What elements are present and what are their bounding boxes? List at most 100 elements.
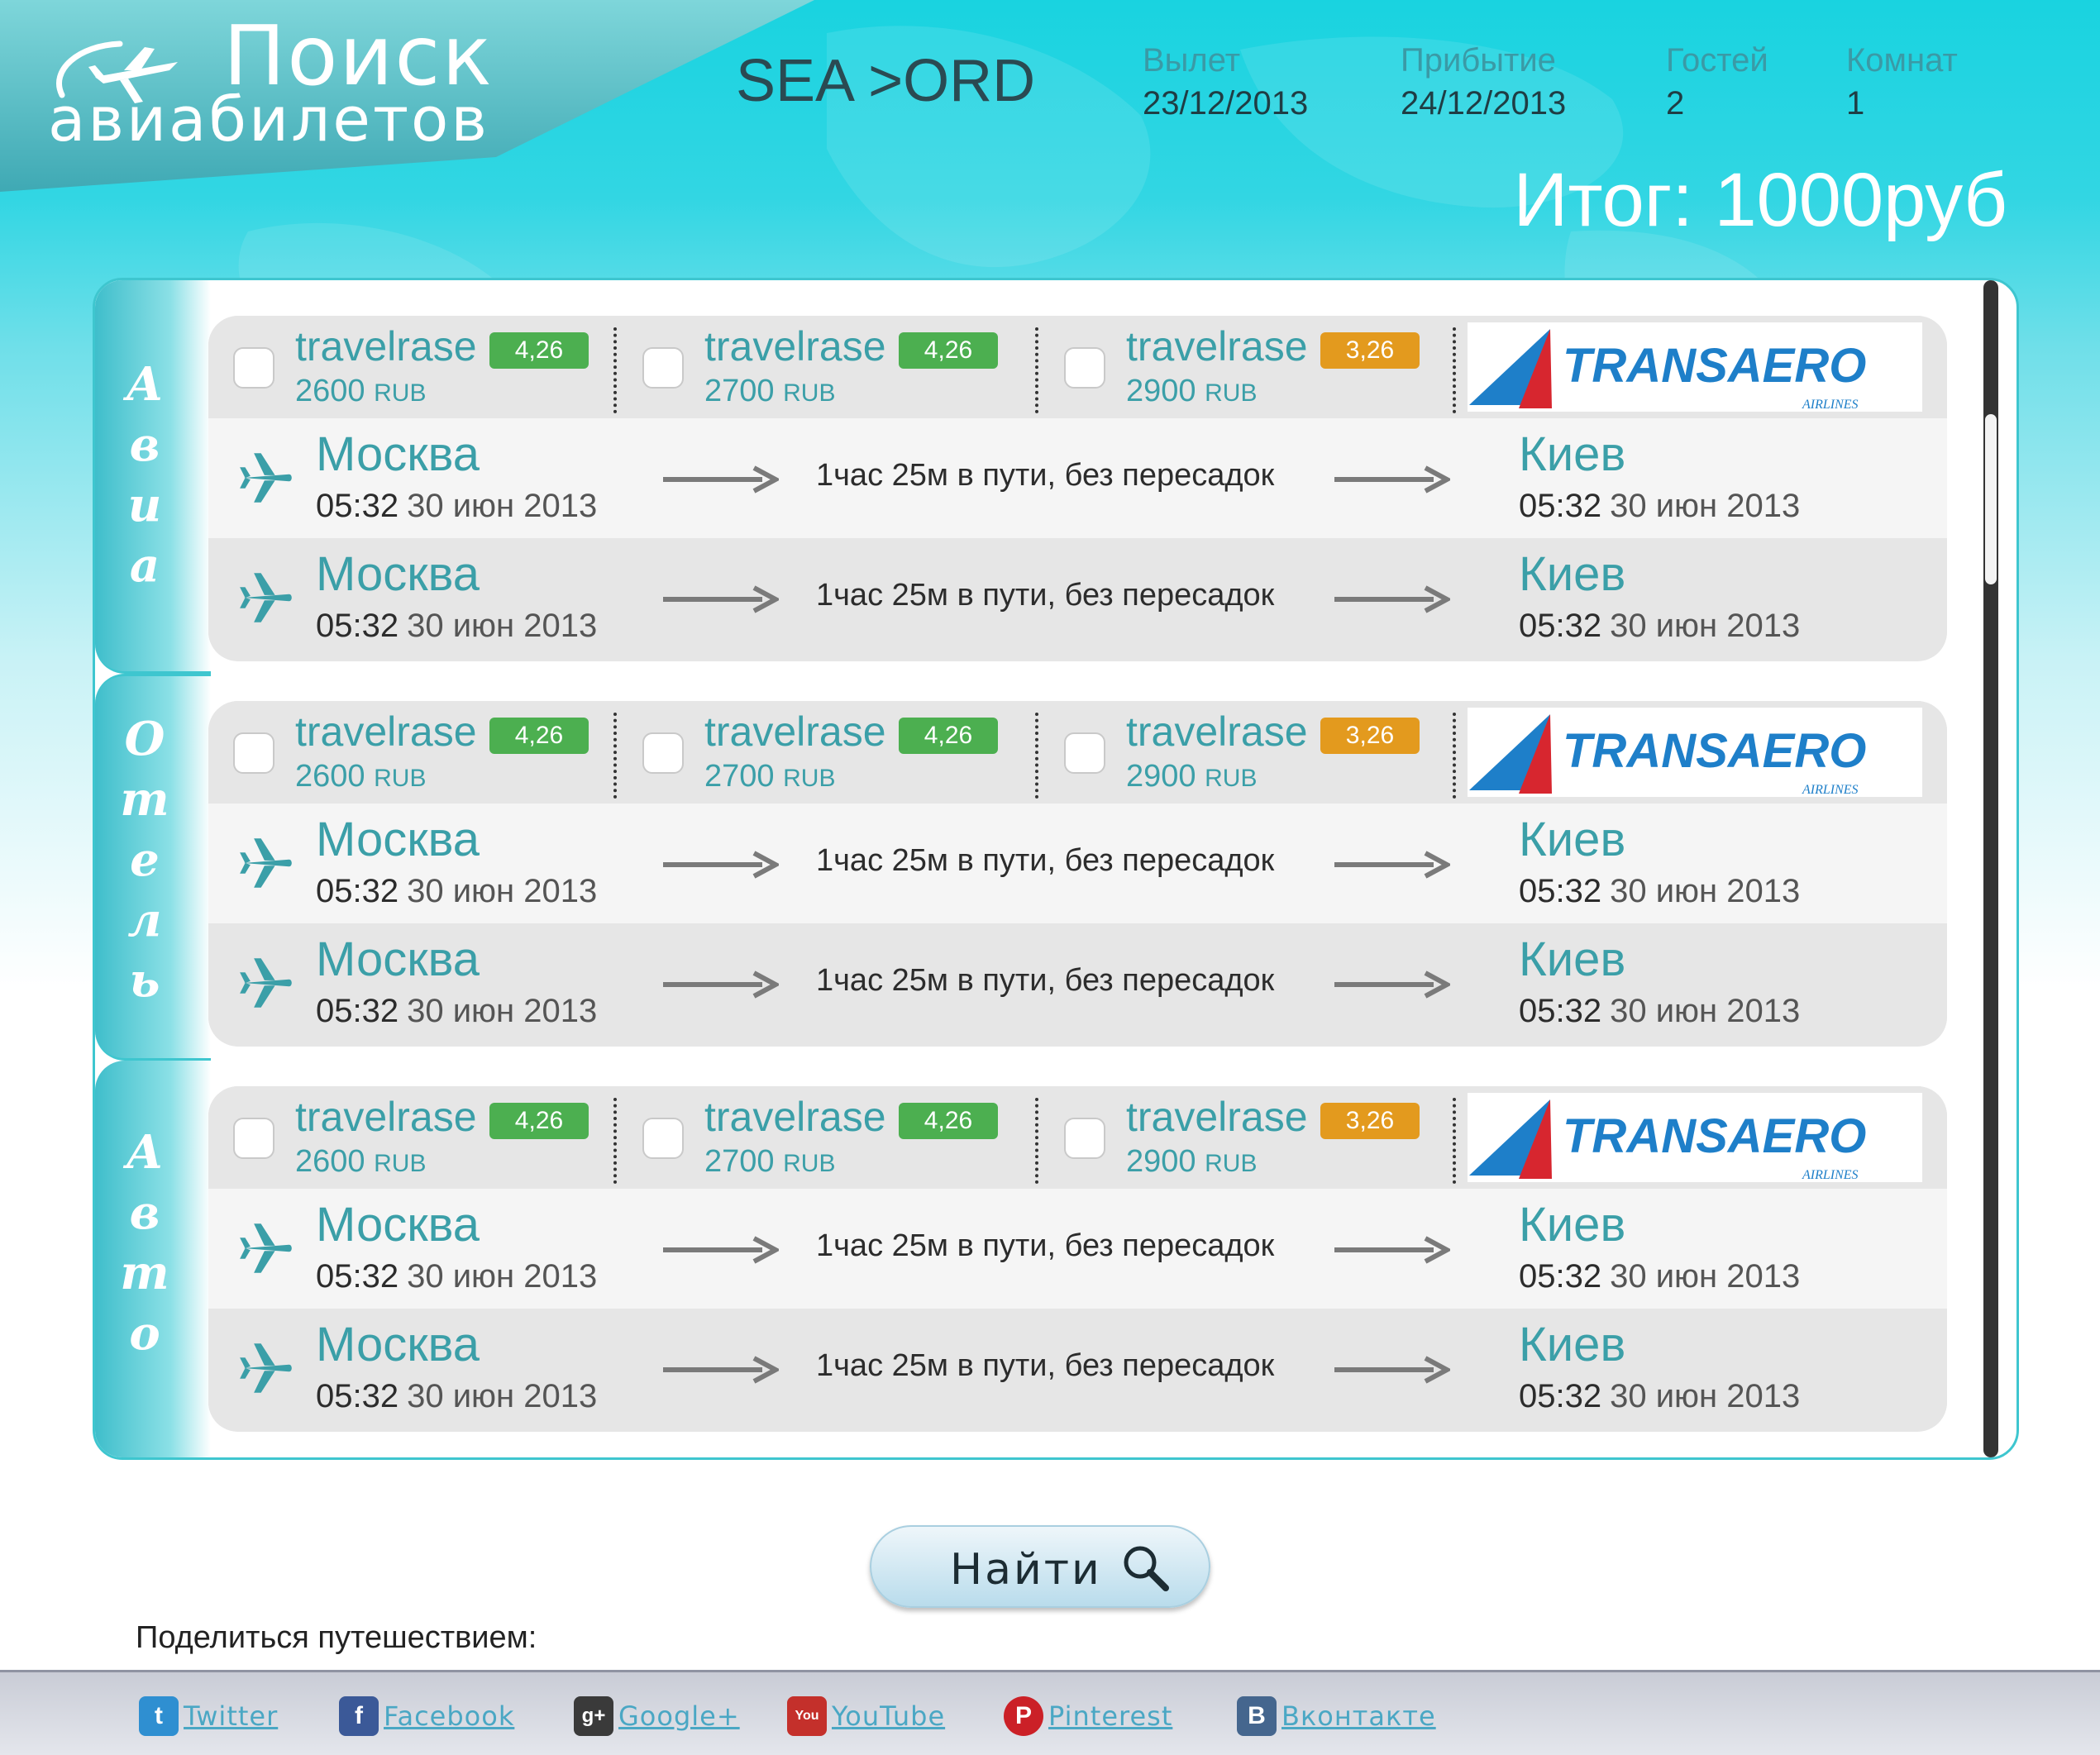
flight-row[interactable]: Москва 05:32 30 июн 2013 1час 25м в пути,… bbox=[208, 1189, 1947, 1309]
arrow-right-icon bbox=[663, 585, 779, 613]
arrival-time: 05:32 30 июн 2013 bbox=[1519, 1258, 1801, 1295]
offer-name: travelrase bbox=[1126, 1094, 1308, 1140]
arrow-right-icon bbox=[663, 465, 779, 494]
offer-price: 2700 RUB bbox=[704, 374, 836, 408]
flight-row[interactable]: Москва 05:32 30 июн 2013 1час 25м в пути,… bbox=[208, 804, 1947, 923]
guests-label: Гостей bbox=[1666, 42, 1768, 79]
flight-duration: 1час 25м в пути, без пересадок bbox=[816, 458, 1275, 493]
arrival-label: Прибытие bbox=[1401, 42, 1556, 79]
route-title: SEA >ORD bbox=[736, 48, 1036, 114]
rating-badge: 3,26 bbox=[1320, 1103, 1420, 1139]
svg-text:TRANSAERO: TRANSAERO bbox=[1563, 339, 1866, 393]
offer-item[interactable]: travelrase 3,26 2900 RUB bbox=[1039, 316, 1453, 418]
share-google-plus-label: Google+ bbox=[618, 1700, 740, 1732]
share-twitter-link[interactable]: t Twitter bbox=[139, 1695, 278, 1737]
result-card: travelrase 4,26 2600 RUB travelrase 4,26… bbox=[208, 316, 1947, 661]
offer-divider bbox=[1035, 713, 1038, 799]
offer-item[interactable]: travelrase 4,26 2600 RUB bbox=[208, 316, 613, 418]
offer-item[interactable]: travelrase 3,26 2900 RUB bbox=[1039, 701, 1453, 804]
offer-item[interactable]: travelrase 4,26 2600 RUB bbox=[208, 1086, 613, 1189]
rooms-info: Комнат 1 bbox=[1846, 41, 1958, 122]
offer-checkbox[interactable] bbox=[642, 732, 684, 774]
offer-checkbox[interactable] bbox=[642, 347, 684, 389]
rating-badge: 3,26 bbox=[1320, 718, 1420, 754]
offer-name: travelrase bbox=[1126, 708, 1308, 755]
svg-text:AIRLINES: AIRLINES bbox=[1802, 783, 1859, 797]
arrival-time: 05:32 30 июн 2013 bbox=[1519, 608, 1801, 644]
offer-checkbox[interactable] bbox=[233, 732, 274, 774]
arrival-date: 24/12/2013 bbox=[1401, 85, 1567, 122]
offer-price: 2600 RUB bbox=[295, 1144, 427, 1179]
offer-checkbox[interactable] bbox=[1064, 732, 1105, 774]
offer-checkbox[interactable] bbox=[1064, 1118, 1105, 1159]
departure-city: Москва bbox=[316, 1198, 480, 1252]
offer-divider bbox=[1453, 327, 1456, 413]
svg-text:AIRLINES: AIRLINES bbox=[1802, 1168, 1859, 1182]
svg-text:TRANSAERO: TRANSAERO bbox=[1563, 724, 1866, 778]
airline-logo: TRANSAERO AIRLINES bbox=[1468, 322, 1922, 412]
share-facebook-label: Facebook bbox=[384, 1700, 515, 1732]
flight-row[interactable]: Москва 05:32 30 июн 2013 1час 25м в пути,… bbox=[208, 538, 1947, 658]
offer-price: 2900 RUB bbox=[1126, 1144, 1258, 1179]
offer-checkbox[interactable] bbox=[233, 347, 274, 389]
offer-price: 2700 RUB bbox=[704, 759, 836, 794]
offer-item[interactable]: travelrase 4,26 2700 RUB bbox=[618, 1086, 1031, 1189]
search-button[interactable]: Найти bbox=[870, 1525, 1210, 1608]
offer-item[interactable]: travelrase 3,26 2900 RUB bbox=[1039, 1086, 1453, 1189]
tab-avia[interactable]: А в и а bbox=[95, 280, 211, 674]
offer-item[interactable]: travelrase 4,26 2600 RUB bbox=[208, 701, 613, 804]
arrival-city: Киев bbox=[1519, 932, 1626, 986]
offer-checkbox[interactable] bbox=[642, 1118, 684, 1159]
arrival-city: Киев bbox=[1519, 427, 1626, 481]
offer-item[interactable]: travelrase 4,26 2700 RUB bbox=[618, 316, 1031, 418]
share-google-plus-link[interactable]: g+ Google+ bbox=[574, 1695, 740, 1737]
flight-row[interactable]: Москва 05:32 30 июн 2013 1час 25м в пути,… bbox=[208, 418, 1947, 538]
scrollbar-thumb[interactable] bbox=[1983, 413, 1998, 586]
twitter-icon: t bbox=[139, 1696, 179, 1736]
share-youtube-label: YouTube bbox=[832, 1700, 946, 1732]
arrival-city: Киев bbox=[1519, 1318, 1626, 1371]
results-panel: А в и а О т е л ь А в т о travelrase 4,2… bbox=[93, 278, 2019, 1460]
offer-checkbox[interactable] bbox=[233, 1118, 274, 1159]
share-vkontakte-link[interactable]: B Вконтакте bbox=[1237, 1695, 1436, 1737]
offer-item[interactable]: travelrase 4,26 2700 RUB bbox=[618, 701, 1031, 804]
plane-icon bbox=[240, 838, 292, 888]
vkontakte-icon: B bbox=[1237, 1696, 1277, 1736]
transaero-logo-icon: TRANSAERO AIRLINES bbox=[1469, 329, 1866, 412]
airline-logo: TRANSAERO AIRLINES bbox=[1468, 708, 1922, 797]
flight-row[interactable]: Москва 05:32 30 июн 2013 1час 25м в пути,… bbox=[208, 923, 1947, 1043]
arrow-right-icon bbox=[1334, 465, 1450, 494]
share-pinterest-link[interactable]: P Pinterest bbox=[1004, 1695, 1172, 1737]
arrow-right-icon bbox=[1334, 1236, 1450, 1264]
offer-price: 2900 RUB bbox=[1126, 759, 1258, 794]
departure-info: Вылет 23/12/2013 bbox=[1143, 41, 1308, 122]
share-youtube-link[interactable]: You YouTube bbox=[787, 1695, 945, 1737]
airline-logo: TRANSAERO AIRLINES bbox=[1468, 1093, 1922, 1182]
departure-city: Москва bbox=[316, 932, 480, 986]
rating-badge: 3,26 bbox=[1320, 332, 1420, 369]
flight-duration: 1час 25м в пути, без пересадок bbox=[816, 1348, 1275, 1383]
offer-checkbox[interactable] bbox=[1064, 347, 1105, 389]
youtube-icon: You bbox=[787, 1696, 827, 1736]
arrival-time: 05:32 30 июн 2013 bbox=[1519, 993, 1801, 1029]
arrow-right-icon bbox=[1334, 1356, 1450, 1384]
transaero-logo-icon: TRANSAERO AIRLINES bbox=[1469, 714, 1866, 797]
rating-badge: 4,26 bbox=[899, 718, 998, 754]
offer-name: travelrase bbox=[704, 1094, 886, 1140]
tab-hotel-label: О т е л ь bbox=[120, 712, 169, 1008]
offer-divider bbox=[613, 713, 617, 799]
plane-icon bbox=[240, 958, 292, 1008]
result-card: travelrase 4,26 2600 RUB travelrase 4,26… bbox=[208, 701, 1947, 1047]
offer-price: 2700 RUB bbox=[704, 1144, 836, 1179]
facebook-icon: f bbox=[339, 1696, 379, 1736]
tab-hotel[interactable]: О т е л ь bbox=[95, 674, 211, 1061]
share-facebook-link[interactable]: f Facebook bbox=[339, 1695, 514, 1737]
departure-city: Москва bbox=[316, 427, 480, 481]
search-button-label: Найти bbox=[950, 1545, 1102, 1595]
rooms-count: 1 bbox=[1846, 85, 1865, 122]
departure-time: 05:32 30 июн 2013 bbox=[316, 1378, 598, 1414]
tab-avia-label: А в и а bbox=[126, 357, 164, 593]
flight-row[interactable]: Москва 05:32 30 июн 2013 1час 25м в пути,… bbox=[208, 1309, 1947, 1428]
tab-auto[interactable]: А в т о bbox=[95, 1061, 211, 1457]
share-title: Поделиться путешествием: bbox=[136, 1620, 537, 1655]
